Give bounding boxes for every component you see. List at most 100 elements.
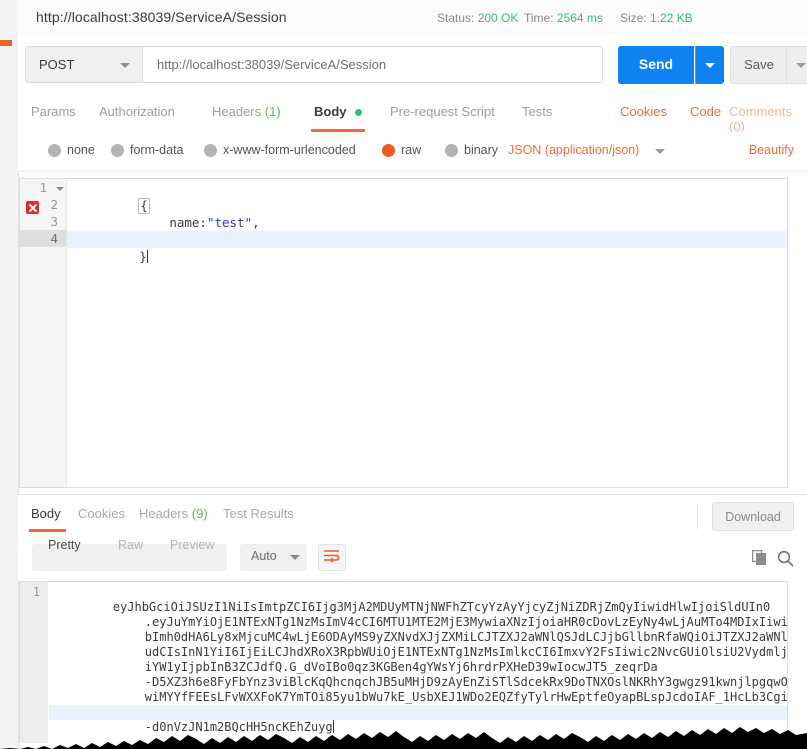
- chevron-down-icon[interactable]: [655, 149, 665, 154]
- response-tab-body[interactable]: Body: [31, 506, 61, 521]
- view-mode-preview[interactable]: Preview: [170, 538, 214, 552]
- adjacent-tab-indicator: [0, 40, 12, 46]
- radio-none[interactable]: [48, 144, 61, 157]
- radio-raw-label[interactable]: raw: [401, 143, 421, 157]
- status-label: Status:: [437, 11, 475, 25]
- response-line: bImh0dHA6Ly8xMjcuMC4wLjE6ODAyMS9yZXNvdXJ…: [49, 615, 787, 644]
- send-label: Send: [638, 56, 674, 72]
- radio-binary[interactable]: [445, 144, 458, 157]
- code-link-label: Code: [690, 104, 722, 119]
- chevron-down-icon: [796, 63, 806, 68]
- response-view-toolbar: Pretty Raw Preview Auto: [18, 533, 807, 581]
- wrap-lines-icon: [324, 550, 340, 563]
- response-tab-test-results-label: Test Results: [223, 506, 294, 521]
- response-tab-cookies[interactable]: Cookies: [78, 506, 125, 521]
- body-type-row: none form-data x-www-form-urlencoded raw…: [18, 132, 807, 172]
- save-button[interactable]: Save: [730, 46, 786, 84]
- radio-binary-label[interactable]: binary: [464, 143, 498, 157]
- editor-close-brace: }: [139, 249, 147, 264]
- text-cursor: [146, 250, 148, 263]
- radio-x-www-form-urlencoded-label[interactable]: x-www-form-urlencoded: [223, 143, 356, 157]
- tab-headers[interactable]: Headers (1): [212, 104, 281, 119]
- view-mode-pretty[interactable]: Pretty: [48, 538, 81, 552]
- send-button[interactable]: Send: [618, 46, 694, 84]
- response-line: -D5XZ3h6e8FyFbYnz3viBlcKqQhcnqchJB5uMHjD…: [49, 660, 787, 689]
- editor-gutter: 1 2 3 4: [20, 179, 67, 487]
- text-cursor: [332, 720, 334, 733]
- tab-headers-label: Headers: [212, 104, 262, 119]
- response-code-area[interactable]: eyJhbGciOiJSUzI1NiIsImtpZCI6Ijg3MjA2MDUy…: [49, 582, 787, 743]
- tab-body[interactable]: Body: [314, 104, 363, 119]
- editor-line-2: name:"test",: [67, 197, 787, 230]
- tab-authorization-label: Authorization: [99, 104, 175, 119]
- radio-raw[interactable]: [382, 144, 395, 157]
- method-selector[interactable]: POST: [25, 46, 143, 83]
- response-line: PVRIJxbmV1ZUC1BWQlgLewhDSODjIoR_AU4IBRPW…: [49, 690, 787, 719]
- response-tab-headers[interactable]: Headers (9): [139, 506, 208, 521]
- time-meta: Time: 2564 ms: [524, 11, 603, 25]
- size-label: Size:: [620, 11, 647, 25]
- radio-x-www-form-urlencoded[interactable]: [204, 144, 217, 157]
- format-label: Auto: [251, 549, 277, 563]
- radio-none-label[interactable]: none: [67, 143, 95, 157]
- response-token-part: -d0nVzJN1m2BQcHH5ncKEhZuyg: [144, 720, 333, 734]
- cookies-link[interactable]: Cookies: [620, 104, 667, 119]
- response-tab-headers-count: (9): [191, 506, 208, 521]
- send-options-button[interactable]: [695, 46, 724, 84]
- download-label: Download: [725, 510, 781, 524]
- download-button[interactable]: Download: [712, 502, 794, 531]
- copy-icon: [751, 549, 766, 565]
- request-tab-title[interactable]: http://localhost:38039/ServiceA/Session: [36, 9, 287, 25]
- response-line: .eyJuYmYiOjE1NTExNTg1NzMsImV4cCI6MTU1MTE…: [49, 600, 787, 629]
- save-options-button[interactable]: [786, 46, 807, 84]
- response-line: iYW1yIjpbInB3ZCJdfQ.G_dVoIBo0qz3KGBen4gY…: [49, 645, 787, 674]
- cookies-link-label: Cookies: [620, 104, 667, 119]
- request-body-editor[interactable]: 1 2 3 4 { name:"test", password:"123456"…: [19, 178, 788, 488]
- search-button[interactable]: [777, 550, 794, 567]
- radio-form-data[interactable]: [111, 144, 124, 157]
- tab-tests-label: Tests: [522, 104, 553, 119]
- wrap-lines-button[interactable]: [318, 544, 346, 571]
- meta-divider: [697, 505, 698, 529]
- view-mode-raw[interactable]: Raw: [118, 538, 143, 552]
- response-line: wiMYYfFEEsLFvWXXFoK7YmTOi85yu1bWu7kE_Usb…: [49, 675, 787, 704]
- editor-code-area[interactable]: { name:"test", password:"123456" }: [67, 179, 787, 487]
- save-label: Save: [744, 57, 774, 72]
- content-type-selector[interactable]: JSON (application/json): [508, 143, 639, 157]
- tab-authorization[interactable]: Authorization: [99, 104, 175, 119]
- copy-button[interactable]: [751, 549, 767, 566]
- response-tab-headers-label: Headers: [139, 506, 189, 521]
- response-line: eyJhbGciOiJSUzI1NiIsImtpZCI6Ijg3MjA2MDUy…: [49, 585, 787, 614]
- chevron-down-icon: [120, 63, 130, 68]
- response-tab-body-label: Body: [31, 506, 61, 521]
- beautify-link[interactable]: Beautify: [749, 143, 794, 157]
- fold-chevron-down-icon[interactable]: [56, 187, 64, 191]
- tab-params[interactable]: Params: [31, 104, 76, 119]
- url-value: http://localhost:38039/ServiceA/Session: [157, 57, 387, 72]
- response-tab-body-underline: [29, 529, 66, 532]
- response-tab-test-results[interactable]: Test Results: [223, 506, 294, 521]
- editor-line-4: }: [67, 231, 787, 264]
- tab-headers-count: (1): [264, 104, 281, 119]
- response-body-viewer[interactable]: 1 eyJhbGciOiJSUzI1NiIsImtpZCI6Ijg3MjA2MD…: [19, 581, 788, 743]
- format-selector[interactable]: Auto: [240, 544, 307, 571]
- status-value: 200 OK: [477, 11, 519, 25]
- editor-line-3: password:"123456": [67, 214, 787, 247]
- response-line: -d0nVzJN1m2BQcHH5ncKEhZuyg: [49, 705, 787, 734]
- method-label: POST: [39, 57, 75, 72]
- comments-link[interactable]: Comments (0): [729, 104, 807, 134]
- left-gutter-strip: [0, 0, 19, 749]
- tab-tests[interactable]: Tests: [522, 104, 552, 119]
- response-line: udCIsInN1YiI6IjEiLCJhdXRoX3RpbWUiOjE1NTE…: [49, 630, 787, 659]
- response-line-number: 1: [32, 585, 40, 599]
- url-input[interactable]: http://localhost:38039/ServiceA/Session: [143, 46, 603, 83]
- tab-pre-request-script[interactable]: Pre-request Script: [390, 104, 495, 119]
- comments-link-label: Comments (0): [729, 104, 792, 134]
- response-tab-cookies-label: Cookies: [78, 506, 125, 521]
- radio-form-data-label[interactable]: form-data: [130, 143, 184, 157]
- editor-line-number: 2: [50, 197, 58, 212]
- editor-line-number: 4: [50, 231, 58, 246]
- search-icon: [777, 550, 794, 567]
- response-section-tabs: Body Cookies Headers (9) Test Results: [18, 495, 807, 534]
- code-link[interactable]: Code: [690, 104, 721, 119]
